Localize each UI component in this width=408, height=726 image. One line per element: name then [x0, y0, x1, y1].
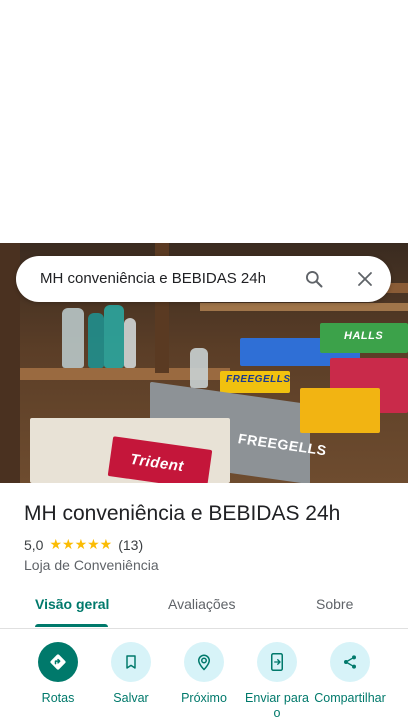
- directions-label: Rotas: [41, 691, 75, 705]
- bookmark-icon[interactable]: [111, 642, 151, 682]
- bottle: [88, 313, 104, 368]
- nearby-button[interactable]: Próximo: [164, 642, 244, 706]
- rating-row[interactable]: 5,0 ★★★★★ (13): [24, 536, 143, 553]
- share-icon[interactable]: [330, 642, 370, 682]
- star-rating-icon: ★★★★★: [49, 536, 113, 552]
- candy-box: [300, 388, 380, 433]
- save-label: Salvar: [113, 691, 149, 705]
- send-to-phone-button[interactable]: Enviar para o: [237, 642, 317, 721]
- review-count[interactable]: (13): [118, 537, 143, 553]
- map-area-blank: [0, 0, 408, 243]
- rating-value: 5,0: [24, 536, 44, 553]
- box-label: FREEGELLS: [238, 430, 327, 459]
- bottle: [124, 318, 136, 368]
- search-icon[interactable]: [302, 267, 326, 291]
- search-input[interactable]: MH conveniência e BEBIDAS 24h: [40, 270, 266, 287]
- candy-box: HALLS: [320, 323, 408, 353]
- directions-icon[interactable]: [38, 642, 78, 682]
- tab-overview[interactable]: Visão geral: [35, 596, 109, 612]
- place-title: MH conveniência e BEBIDAS 24h: [24, 502, 341, 525]
- send-to-phone-icon[interactable]: [257, 642, 297, 682]
- bottle: [62, 308, 84, 368]
- search-bar[interactable]: MH conveniência e BEBIDAS 24h: [16, 256, 391, 302]
- share-button[interactable]: Compartilhar: [310, 642, 390, 706]
- directions-button[interactable]: Rotas: [18, 642, 98, 706]
- close-icon[interactable]: [353, 267, 377, 291]
- shelf-board: [200, 303, 408, 311]
- nearby-icon[interactable]: [184, 642, 224, 682]
- box-label: Trident: [129, 450, 185, 476]
- bottle: [190, 348, 208, 388]
- candy-box: FREEGELLS: [220, 371, 290, 393]
- nearby-label: Próximo: [181, 691, 227, 705]
- box-label: FREEGELLS: [226, 374, 291, 385]
- place-tabs: Visão geral Avaliações Sobre: [0, 586, 408, 629]
- share-label: Compartilhar: [314, 691, 386, 705]
- place-category[interactable]: Loja de Conveniência: [24, 557, 159, 573]
- active-tab-indicator: [35, 624, 108, 627]
- send-to-phone-label: Enviar para o: [245, 691, 309, 720]
- bottle: [104, 305, 124, 368]
- tab-reviews[interactable]: Avaliações: [168, 596, 235, 612]
- save-button[interactable]: Salvar: [91, 642, 171, 706]
- tab-about[interactable]: Sobre: [316, 596, 353, 612]
- box-label: HALLS: [344, 330, 384, 342]
